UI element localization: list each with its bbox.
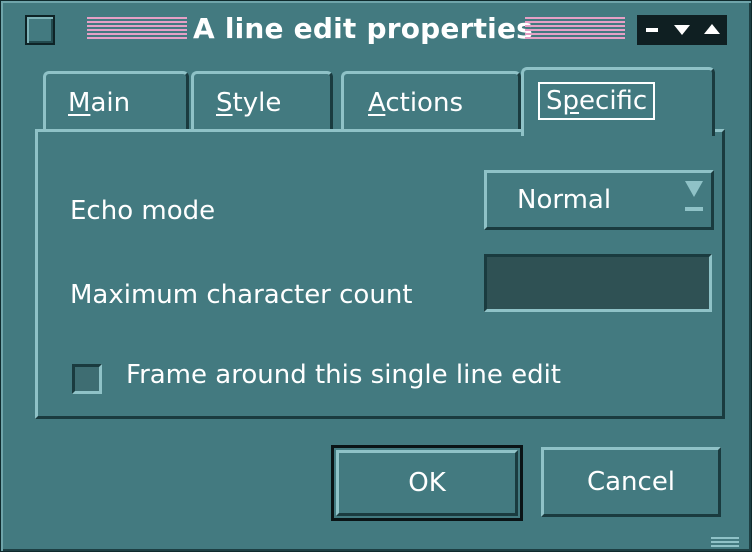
- shade-icon: [671, 19, 693, 41]
- title-decoration-left: [87, 17, 187, 41]
- max-character-count-label: Maximum character count: [70, 280, 413, 310]
- tab-style[interactable]: Style: [191, 71, 333, 132]
- dialog-window: A line edit properties Main Style Action…: [0, 0, 752, 552]
- maximize-button[interactable]: [697, 15, 727, 45]
- title-bar[interactable]: A line edit properties: [9, 7, 743, 51]
- dropdown-arrow-icon: [683, 179, 705, 219]
- minimize-icon: [641, 19, 663, 41]
- echo-mode-value: Normal: [517, 185, 612, 215]
- tab-main-label: Main: [68, 88, 131, 118]
- maximize-icon: [701, 19, 723, 41]
- ok-button[interactable]: OK: [336, 450, 518, 516]
- minimize-button[interactable]: [637, 15, 667, 45]
- shade-button[interactable]: [667, 15, 697, 45]
- specific-panel: Echo mode Normal Maximum character count…: [35, 129, 725, 419]
- window-title: A line edit properties: [193, 12, 534, 45]
- title-decoration-right: [525, 17, 625, 41]
- tab-style-label: Style: [216, 88, 282, 118]
- tab-specific-label: Specific: [538, 82, 656, 120]
- tab-specific[interactable]: Specific: [521, 67, 715, 136]
- tab-actions-label: Actions: [368, 88, 463, 118]
- echo-mode-label: Echo mode: [70, 196, 216, 226]
- frame-checkbox[interactable]: [72, 364, 102, 394]
- echo-mode-select[interactable]: Normal: [484, 170, 714, 230]
- cancel-button[interactable]: Cancel: [541, 447, 721, 517]
- frame-checkbox-label[interactable]: Frame around this single line edit: [126, 360, 561, 390]
- tab-main[interactable]: Main: [43, 71, 189, 132]
- max-character-count-input[interactable]: [484, 254, 712, 312]
- ok-button-focus-ring: OK: [331, 445, 523, 521]
- tab-actions[interactable]: Actions: [341, 71, 521, 132]
- system-menu-icon[interactable]: [25, 15, 55, 45]
- resize-grip-icon[interactable]: [711, 537, 739, 547]
